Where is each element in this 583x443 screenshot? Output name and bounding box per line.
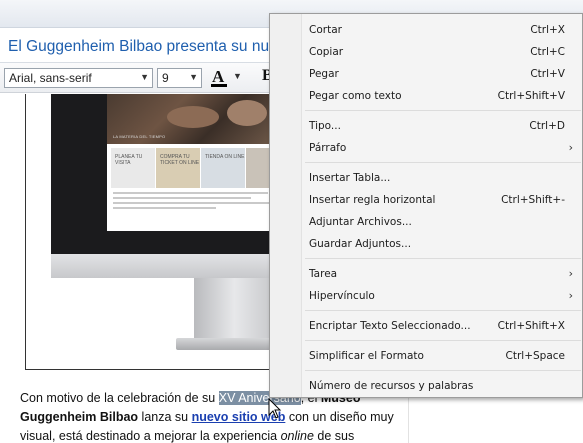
font-family-select[interactable]: Arial, sans-serif ▼	[4, 68, 153, 88]
menu-item-label: Número de recursos y palabras	[309, 380, 474, 392]
menu-separator	[305, 340, 581, 341]
menu-separator	[305, 110, 581, 111]
menu-item-shortcut: Ctrl+X	[530, 24, 565, 36]
menu-item-label: Encriptar Texto Seleccionado...	[309, 320, 471, 332]
menu-item-guardar-adjuntos[interactable]: Guardar Adjuntos...	[270, 235, 582, 255]
website-tiles: PLANEA TU VISITA COMPRA TU TICKET ON LINE…	[107, 148, 282, 188]
hero-sculpture-shape	[227, 100, 267, 126]
menu-item-tipo[interactable]: Tipo... Ctrl+D	[270, 117, 582, 137]
menu-item-label: Adjuntar Archivos...	[309, 216, 412, 228]
menu-item-shortcut: Ctrl+C	[530, 46, 565, 58]
menu-item-shortcut: Ctrl+Shift+-	[501, 194, 565, 206]
menu-item-copiar[interactable]: Copiar Ctrl+C	[270, 43, 582, 63]
monitor-illustration: LA MATERIA DEL TIEMPO PLANEA TU VISITA CO…	[51, 94, 282, 272]
menu-item-label: Pegar	[309, 68, 339, 80]
menu-item-label: Insertar regla horizontal	[309, 194, 436, 206]
menu-item-pegar[interactable]: Pegar Ctrl+V	[270, 65, 582, 85]
font-size-value: 9	[162, 71, 169, 85]
embedded-image[interactable]: LA MATERIA DEL TIEMPO PLANEA TU VISITA CO…	[25, 94, 283, 370]
text-color-swatch	[211, 84, 227, 87]
menu-item-label: Tipo...	[309, 120, 341, 132]
submenu-arrow-icon: ›	[568, 141, 573, 154]
menu-item-label: Copiar	[309, 46, 344, 58]
menu-item-tarea[interactable]: Tarea ›	[270, 265, 582, 285]
website-tile-label: COMPRA TU TICKET ON LINE	[160, 154, 200, 166]
menu-item-label: Simplificar el Formato	[309, 350, 424, 362]
menu-item-label: Insertar Tabla...	[309, 172, 391, 184]
hero-sculpture-shape	[167, 106, 219, 128]
menu-item-shortcut: Ctrl+V	[530, 68, 565, 80]
submenu-arrow-icon: ›	[568, 289, 573, 302]
menu-item-label: Cortar	[309, 24, 342, 36]
menu-item-label: Tarea	[309, 268, 338, 280]
article-italic-text: online	[280, 429, 314, 443]
website-tile-label: PLANEA TU VISITA	[115, 154, 143, 166]
menu-item-simplificar-el-formato[interactable]: Simplificar el Formato Ctrl+Space	[270, 347, 582, 367]
menu-item-shortcut: Ctrl+Shift+X	[497, 320, 565, 332]
menu-separator	[305, 370, 581, 371]
text-color-button[interactable]: A ▼	[208, 67, 246, 89]
menu-item-shortcut: Ctrl+Shift+V	[497, 90, 565, 102]
article-text: con un diseño muy	[285, 410, 394, 424]
menu-item-encriptar-texto-seleccionado[interactable]: Encriptar Texto Seleccionado... Ctrl+Shif…	[270, 317, 582, 337]
menu-item-cortar[interactable]: Cortar Ctrl+X	[270, 21, 582, 41]
monitor-chin	[51, 254, 282, 278]
monitor-stand-base	[176, 338, 282, 350]
submenu-arrow-icon: ›	[568, 267, 573, 280]
document-title: El Guggenheim Bilbao presenta su nuev	[8, 38, 286, 55]
website-tile: TIENDA ON LINE	[201, 148, 245, 188]
menu-item-label: Guardar Adjuntos...	[309, 238, 412, 250]
menu-separator	[305, 310, 581, 311]
font-family-value: Arial, sans-serif	[9, 71, 92, 85]
article-text: lanza su	[138, 410, 192, 424]
menu-item-parrafo[interactable]: Párrafo ›	[270, 139, 582, 159]
menu-separator	[305, 258, 581, 259]
menu-item-label: Hipervínculo	[309, 290, 375, 302]
website-tile: PLANEA TU VISITA	[111, 148, 155, 188]
monitor-screen: LA MATERIA DEL TIEMPO PLANEA TU VISITA CO…	[107, 94, 282, 231]
article-text: de sus	[313, 429, 355, 443]
menu-item-insertar-tabla[interactable]: Insertar Tabla...	[270, 169, 582, 189]
context-menu: Cortar Ctrl+X Copiar Ctrl+C Pegar Ctrl+V Pegar…	[269, 13, 583, 398]
menu-item-shortcut: Ctrl+D	[529, 120, 565, 132]
menu-item-label: Pegar como texto	[309, 90, 402, 102]
font-size-select[interactable]: 9 ▼	[157, 68, 202, 88]
chevron-down-icon: ▼	[140, 72, 149, 82]
website-hero-image: LA MATERIA DEL TIEMPO	[107, 94, 282, 144]
hero-caption: LA MATERIA DEL TIEMPO	[113, 134, 166, 139]
website-tile: COMPRA TU TICKET ON LINE	[156, 148, 200, 188]
website-tile-label: TIENDA ON LINE	[205, 154, 245, 160]
menu-item-adjuntar-archivos[interactable]: Adjuntar Archivos...	[270, 213, 582, 233]
menu-item-insertar-regla-horizontal[interactable]: Insertar regla horizontal Ctrl+Shift+-	[270, 191, 582, 211]
mouse-pointer-icon	[268, 398, 282, 419]
menu-item-pegar-como-texto[interactable]: Pegar como texto Ctrl+Shift+V	[270, 87, 582, 107]
menu-separator	[305, 162, 581, 163]
chevron-down-icon: ▼	[233, 71, 242, 81]
chevron-down-icon: ▼	[189, 72, 198, 82]
article-bold-text: Guggenheim Bilbao	[20, 410, 139, 424]
menu-item-hipervinculo[interactable]: Hipervínculo ›	[270, 287, 582, 307]
website-text-block	[113, 192, 282, 224]
menu-item-label: Párrafo	[309, 142, 347, 154]
menu-item-numero-de-recursos-y-palabras[interactable]: Número de recursos y palabras	[270, 377, 582, 397]
article-text: visual, está destinado a mejorar la expe…	[20, 429, 281, 443]
article-text: Con motivo de la celebración de su	[20, 391, 219, 405]
menu-item-shortcut: Ctrl+Space	[505, 350, 565, 362]
